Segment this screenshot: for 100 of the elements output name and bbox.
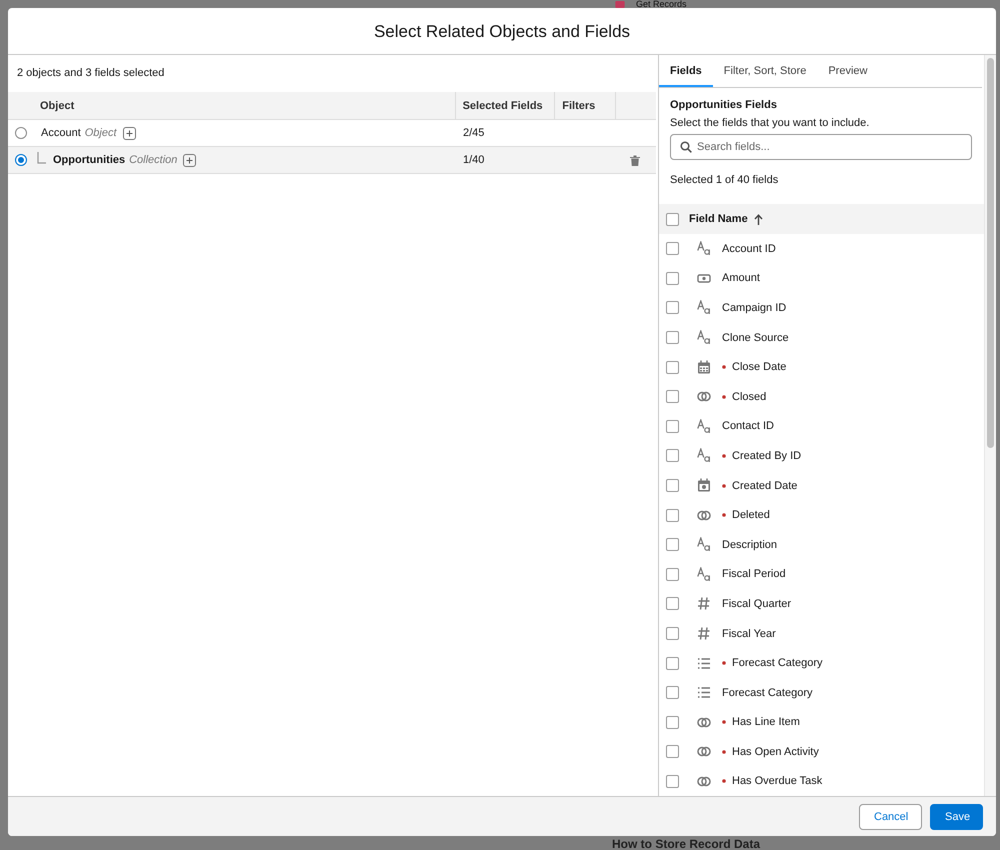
selected-fields-count: 2/45 — [463, 127, 484, 139]
field-row[interactable]: Closed — [659, 382, 984, 412]
column-header: Object — [40, 100, 74, 112]
checkbox[interactable] — [666, 301, 679, 314]
tab[interactable]: Fields — [659, 55, 713, 87]
checkbox[interactable] — [666, 716, 679, 729]
selected-fields-count: 1/40 — [463, 154, 484, 166]
text-type-icon — [697, 537, 711, 552]
checkbox[interactable] — [666, 449, 679, 462]
scrollbar[interactable] — [984, 55, 996, 796]
text-type-icon — [697, 330, 711, 346]
object-type: Object — [84, 127, 117, 139]
text-type-icon — [697, 566, 711, 582]
column-header[interactable]: Field Name — [689, 213, 748, 225]
field-row[interactable]: Campaign ID — [659, 293, 984, 323]
object-type: Collection — [129, 154, 178, 166]
field-name: Deleted — [732, 509, 770, 522]
column-header: Filters — [562, 100, 596, 112]
checkbox[interactable] — [666, 331, 679, 344]
tab[interactable]: Preview — [817, 55, 878, 87]
field-name: Created By ID — [732, 450, 802, 462]
save-button[interactable]: Save — [930, 804, 983, 830]
field-name: Clone Source — [722, 332, 789, 344]
field-name: Has Line Item — [732, 716, 800, 728]
tree-connector-icon — [37, 152, 47, 164]
checkbox[interactable] — [666, 272, 679, 285]
field-name: Close Date — [732, 361, 786, 374]
field-row[interactable]: Forecast Category — [659, 678, 984, 708]
object-name: Account — [41, 127, 81, 139]
background-heading: How to Store Record Data — [612, 837, 760, 850]
field-row[interactable]: Fiscal Year — [659, 618, 984, 648]
object-row[interactable]: Opportunities Collection 1/40 — [8, 147, 656, 174]
panel-title: Opportunities Fields — [670, 99, 778, 111]
field-name: Campaign ID — [722, 302, 786, 314]
checkbox[interactable] — [666, 390, 679, 404]
hash-icon — [697, 596, 711, 612]
calendar-clock-icon — [697, 478, 711, 494]
field-row[interactable]: Created Date — [659, 470, 984, 500]
text-type-icon — [697, 300, 711, 316]
field-row[interactable]: Account ID — [659, 234, 984, 264]
field-row[interactable]: Has Open Activity — [659, 737, 984, 767]
checkbox[interactable] — [666, 597, 679, 610]
checkbox[interactable] — [666, 360, 679, 374]
add-icon — [183, 154, 196, 166]
field-row[interactable]: Close Date — [659, 352, 984, 382]
field-name: Has Overdue Task — [732, 775, 822, 788]
field-name: Has Open Activity — [732, 746, 819, 758]
object-name: Opportunities — [53, 154, 126, 166]
sort-arrow-icon — [754, 214, 763, 224]
list-icon — [697, 656, 711, 671]
select-all-checkbox[interactable] — [666, 212, 679, 226]
checkbox[interactable] — [666, 627, 679, 640]
checkbox[interactable] — [666, 745, 679, 758]
field-name: Amount — [722, 272, 760, 284]
field-row[interactable]: Description — [659, 530, 984, 560]
checkbox[interactable] — [666, 479, 679, 492]
radio-button[interactable] — [15, 154, 27, 166]
field-row[interactable]: Deleted — [659, 500, 984, 530]
field-row[interactable]: Clone Source — [659, 322, 984, 352]
checkbox[interactable] — [666, 420, 679, 433]
scrollbar-thumb[interactable] — [987, 58, 994, 448]
selection-count: Selected 1 of 40 fields — [670, 174, 780, 188]
field-row[interactable]: Created By ID — [659, 441, 984, 471]
field-row[interactable]: Contact ID — [659, 412, 984, 442]
field-row[interactable]: Fiscal Period — [659, 560, 984, 590]
modal-title: Select Related Objects and Fields — [8, 8, 996, 55]
field-name: Fiscal Year — [722, 628, 776, 640]
field-row[interactable]: Forecast Category — [659, 648, 984, 678]
field-name: Account ID — [722, 242, 776, 255]
instructions-text: Select the fields that you want to include. — [670, 117, 870, 129]
field-row[interactable]: Amount — [659, 264, 984, 294]
checkbox[interactable] — [666, 774, 679, 788]
field-row[interactable]: Has Overdue Task — [659, 766, 984, 796]
field-name: Forecast Category — [732, 657, 822, 670]
list-icon — [697, 685, 711, 700]
field-name: Created Date — [732, 480, 798, 492]
field-row[interactable]: Has Line Item — [659, 708, 984, 738]
checkbox[interactable] — [666, 656, 679, 670]
calendar-icon — [697, 360, 711, 375]
field-row[interactable]: Fiscal Quarter — [659, 589, 984, 619]
checkbox[interactable] — [666, 242, 679, 256]
text-type-icon — [697, 448, 711, 464]
field-name: Fiscal Quarter — [722, 598, 792, 610]
field-name: Contact ID — [722, 420, 774, 432]
text-type-icon — [697, 418, 711, 434]
checkbox[interactable] — [666, 686, 679, 700]
tab[interactable]: Filter, Sort, Store — [712, 55, 818, 87]
hash-icon — [697, 626, 711, 642]
text-type-icon — [697, 241, 711, 256]
field-name: Description — [722, 538, 778, 551]
search-field[interactable]: Search fields... — [670, 134, 972, 160]
cancel-button[interactable]: Cancel — [859, 804, 922, 830]
field-name: Closed — [732, 390, 766, 403]
selection-summary: 2 objects and 3 fields selected — [16, 66, 166, 81]
checkbox[interactable] — [666, 508, 679, 522]
column-header: Selected Fields — [462, 100, 543, 112]
checkbox[interactable] — [666, 538, 679, 552]
background-title: Get Records — [636, 0, 687, 8]
checkbox[interactable] — [666, 568, 679, 581]
radio-button[interactable] — [15, 127, 27, 139]
